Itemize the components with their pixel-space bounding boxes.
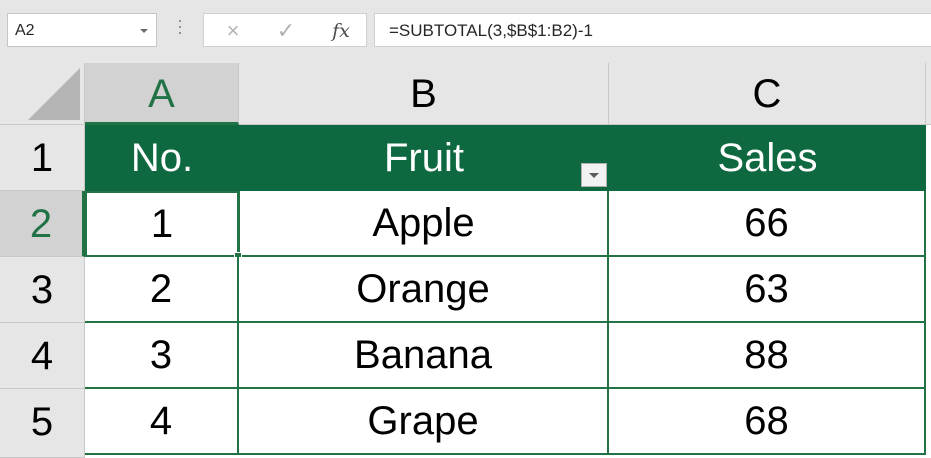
cancel-icon[interactable]: ×: [218, 18, 248, 44]
column-header-a[interactable]: A: [85, 63, 239, 125]
cell-a4[interactable]: 3: [85, 323, 239, 389]
cell-b3[interactable]: Orange: [239, 257, 609, 323]
row-header-1[interactable]: 1: [0, 125, 85, 191]
column-header-b[interactable]: B: [239, 63, 609, 125]
select-all-corner[interactable]: [0, 63, 85, 125]
formula-input[interactable]: =SUBTOTAL(3,$B$1:B2)-1: [374, 13, 931, 47]
row-header-4[interactable]: 4: [0, 323, 85, 389]
name-box-value: A2: [15, 22, 35, 39]
row-header-2[interactable]: 2: [0, 191, 85, 257]
cell-b4[interactable]: Banana: [239, 323, 609, 389]
cell-c2[interactable]: 66: [609, 191, 926, 257]
column-header-c[interactable]: C: [609, 63, 926, 125]
insert-function-icon[interactable]: fx: [326, 18, 356, 44]
cell-c5[interactable]: 68: [609, 389, 926, 455]
cell-c3[interactable]: 63: [609, 257, 926, 323]
cell-a3[interactable]: 2: [85, 257, 239, 323]
select-all-icon: [28, 68, 80, 120]
cell-b5[interactable]: Grape: [239, 389, 609, 455]
table-header-fruit[interactable]: Fruit: [239, 125, 609, 191]
cell-a5[interactable]: 4: [85, 389, 239, 455]
filter-arrow-icon: [589, 173, 599, 178]
chevron-down-icon[interactable]: [140, 29, 148, 33]
row-header-5[interactable]: 5: [0, 389, 85, 458]
column-header-d[interactable]: [926, 63, 931, 125]
formula-bar: A2 × ✓ fx =SUBTOTAL(3,$B$1:B2)-1: [0, 0, 931, 63]
formula-text: =SUBTOTAL(3,$B$1:B2)-1: [389, 21, 593, 40]
formula-bar-splitter[interactable]: [178, 20, 182, 40]
cell-c4[interactable]: 88: [609, 323, 926, 389]
cell-a2[interactable]: 1: [85, 191, 239, 257]
row-header-3[interactable]: 3: [0, 257, 85, 323]
table-header-sales[interactable]: Sales: [609, 125, 926, 191]
name-box[interactable]: A2: [7, 13, 157, 47]
cell-b2[interactable]: Apple: [239, 191, 609, 257]
filter-dropdown-button[interactable]: [581, 163, 607, 187]
formula-buttons: × ✓ fx: [203, 13, 367, 47]
enter-icon[interactable]: ✓: [271, 18, 301, 44]
table-header-no[interactable]: No.: [85, 125, 239, 191]
